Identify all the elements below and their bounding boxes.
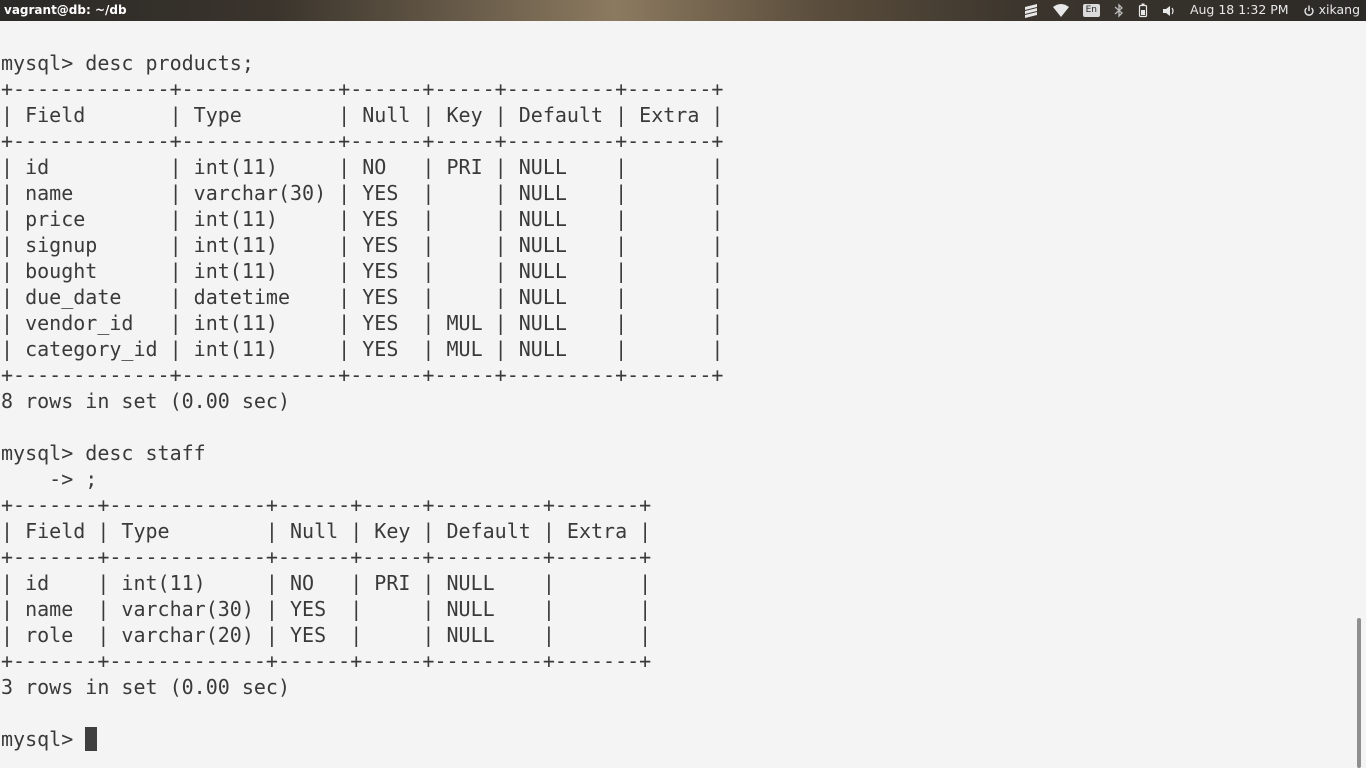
terminal-line: | price | int(11) | YES | | NULL | | <box>1 207 724 231</box>
wifi-icon[interactable] <box>1052 3 1069 18</box>
terminal-line: | Field | Type | Null | Key | Default | … <box>1 519 652 543</box>
terminal-scrollbar[interactable] <box>1352 21 1366 768</box>
battery-icon[interactable] <box>1138 3 1148 18</box>
scrollbar-thumb[interactable] <box>1357 618 1361 768</box>
terminal-line: mysql> desc staff <box>1 441 206 465</box>
terminal-line: +-------------+-------------+------+----… <box>1 129 724 153</box>
terminal-line: | category_id | int(11) | YES | MUL | NU… <box>1 337 724 361</box>
terminal-line: -> ; <box>1 467 98 491</box>
terminal-line: +-------------+-------------+------+----… <box>1 77 724 101</box>
user-name: xikang <box>1318 2 1360 18</box>
terminal-line: mysql> desc products; <box>1 51 254 75</box>
terminal-line: +-------+-------------+------+-----+----… <box>1 649 652 673</box>
terminal-line: | id | int(11) | NO | PRI | NULL | | <box>1 155 724 179</box>
keyboard-layout-label: En <box>1082 4 1100 17</box>
terminal-line: | name | varchar(30) | YES | | NULL | | <box>1 181 724 205</box>
terminal-line: | signup | int(11) | YES | | NULL | | <box>1 233 724 257</box>
bluetooth-icon[interactable] <box>1114 3 1124 18</box>
clock[interactable]: Aug 18 1:32 PM <box>1190 4 1289 17</box>
session-menu[interactable]: xikang <box>1303 4 1360 17</box>
terminal-line: +-------------+-------------+------+----… <box>1 363 724 387</box>
terminal-line: 3 rows in set (0.00 sec) <box>1 675 290 699</box>
text-cursor <box>85 727 98 751</box>
window-title: vagrant@db: ~/db <box>4 3 127 17</box>
top-panel: vagrant@db: ~/db En Aug 18 1:32 PM xikan… <box>0 0 1366 21</box>
mysql-prompt: mysql> <box>1 727 86 751</box>
terminal-output-area[interactable]: mysql> desc products; +-------------+----… <box>0 21 1352 768</box>
terminal-line: | bought | int(11) | YES | | NULL | | <box>1 259 724 283</box>
stacked-layers-icon[interactable] <box>1023 3 1039 19</box>
indicator-area: En Aug 18 1:32 PM xikang <box>1023 0 1360 21</box>
terminal-line: | role | varchar(20) | YES | | NULL | | <box>1 623 652 647</box>
terminal-line: | Field | Type | Null | Key | Default | … <box>1 103 724 127</box>
terminal-line: | id | int(11) | NO | PRI | NULL | | <box>1 571 652 595</box>
terminal-line: +-------+-------------+------+-----+----… <box>1 545 652 569</box>
terminal-line: | name | varchar(30) | YES | | NULL | | <box>1 597 652 621</box>
keyboard-layout-indicator[interactable]: En <box>1082 4 1100 17</box>
terminal-line: | due_date | datetime | YES | | NULL | | <box>1 285 724 309</box>
prompt-line[interactable]: mysql> <box>1 726 723 752</box>
terminal-line: 8 rows in set (0.00 sec) <box>1 389 290 413</box>
terminal-line: | vendor_id | int(11) | YES | MUL | NULL… <box>1 311 724 335</box>
terminal-text: mysql> desc products; +-------------+----… <box>1 50 723 752</box>
terminal-line: +-------+-------------+------+-----+----… <box>1 493 652 517</box>
volume-icon[interactable] <box>1162 5 1176 17</box>
power-icon <box>1303 5 1314 16</box>
